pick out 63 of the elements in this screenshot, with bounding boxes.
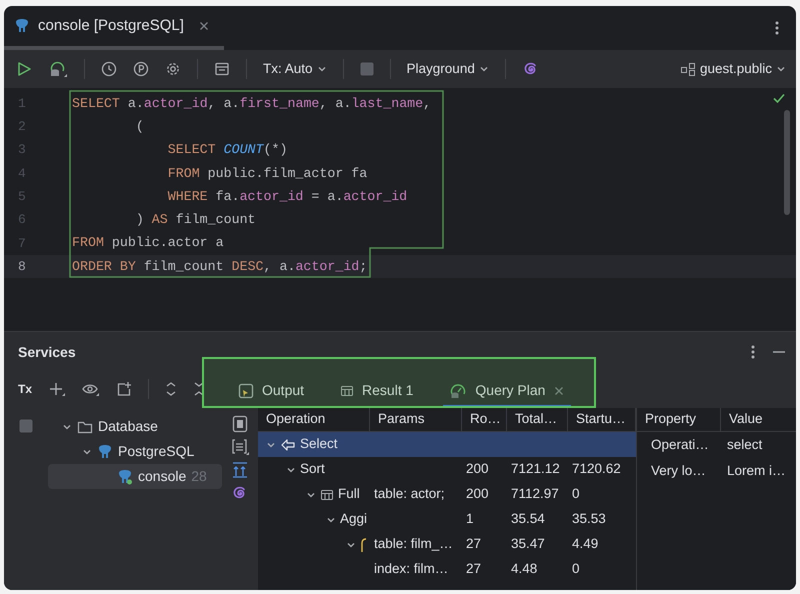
tree-item[interactable]: console 28: [48, 464, 222, 489]
list-brackets-icon[interactable]: [231, 438, 249, 456]
table-icon: [340, 384, 354, 398]
code-line: SELECT COUNT(*): [166, 141, 288, 160]
property-name: Very lo…: [650, 462, 707, 480]
elephant-icon: [97, 444, 113, 460]
caret-icon: [478, 64, 489, 74]
close-icon[interactable]: [553, 384, 566, 396]
transaction-dropdown[interactable]: Tx: Auto: [263, 58, 327, 80]
mode-dropdown[interactable]: Playground: [406, 58, 489, 80]
code-line: SELECT a.actor_id, a.first_name, a.last_name,: [72, 94, 432, 113]
arrow-left-icon: [280, 438, 296, 452]
database-gauge-icon[interactable]: [48, 60, 68, 78]
code-line: FROM public.film_actor fa: [166, 164, 368, 183]
hook-icon: [360, 536, 368, 552]
result-tab[interactable]: Result 1: [334, 376, 420, 408]
code-line: ORDER BY film_count DESC, a.actor_id;: [72, 258, 368, 276]
table-icon: [320, 488, 334, 502]
elephant-icon: [14, 18, 30, 34]
check-icon: [772, 91, 786, 105]
more-icon[interactable]: [750, 344, 756, 360]
plan-row[interactable]: Full table: actor; 200 7112.97 0: [258, 482, 636, 507]
add-icon[interactable]: [48, 381, 66, 397]
item-count: 28: [191, 467, 207, 486]
caret-icon: [776, 64, 786, 74]
elephant-icon: [117, 468, 133, 484]
schema-icon: [680, 61, 696, 77]
code-line: ) AS film_count: [134, 211, 256, 230]
code-line: WHERE fa.actor_id = a.actor_id: [166, 188, 408, 206]
column-header[interactable]: Value: [721, 408, 796, 432]
align-top-icon[interactable]: [231, 461, 249, 479]
plan-row[interactable]: index: film… 27 4.48 0: [258, 557, 636, 582]
code-line: FROM public.actor a: [72, 234, 224, 252]
property-name: Operati…: [650, 436, 710, 454]
tree-item[interactable]: PostgreSQL: [48, 439, 222, 464]
panel-title: Services: [18, 342, 76, 362]
expand-icon[interactable]: [165, 381, 178, 397]
clock-icon[interactable]: [101, 61, 117, 77]
circle-p-icon[interactable]: [133, 61, 149, 77]
close-icon[interactable]: [198, 20, 210, 32]
run-icon[interactable]: [16, 61, 32, 77]
code-line: (: [134, 118, 144, 136]
console-icon: [238, 382, 254, 398]
settings-icon[interactable]: [165, 61, 181, 77]
property-value: Lorem i…: [726, 462, 787, 480]
property-value: select: [726, 436, 764, 454]
gauge-icon[interactable]: [449, 382, 468, 400]
plan-row[interactable]: Aggi 1 35.54 35.53: [258, 507, 636, 532]
plan-row[interactable]: Select: [258, 432, 636, 457]
schema-dropdown[interactable]: guest.public: [680, 58, 786, 80]
plan-row[interactable]: table: film_… 27 35.47 4.49: [258, 532, 636, 557]
line-number: 8: [17, 258, 27, 276]
transaction-label[interactable]: Tx: [18, 380, 32, 398]
column-header[interactable]: Property: [637, 408, 721, 432]
scrollbar-thumb[interactable]: [784, 110, 790, 215]
caret-icon: [316, 64, 327, 74]
tree-item[interactable]: Database: [48, 414, 222, 439]
new-tab-icon[interactable]: [116, 381, 132, 397]
layout-icon[interactable]: [214, 61, 230, 77]
result-tab[interactable]: Output: [232, 376, 310, 408]
more-icon[interactable]: [774, 20, 780, 36]
copy-icon[interactable]: [232, 415, 248, 433]
plan-row[interactable]: Sort 200 7121.12 7120.62: [258, 457, 636, 482]
